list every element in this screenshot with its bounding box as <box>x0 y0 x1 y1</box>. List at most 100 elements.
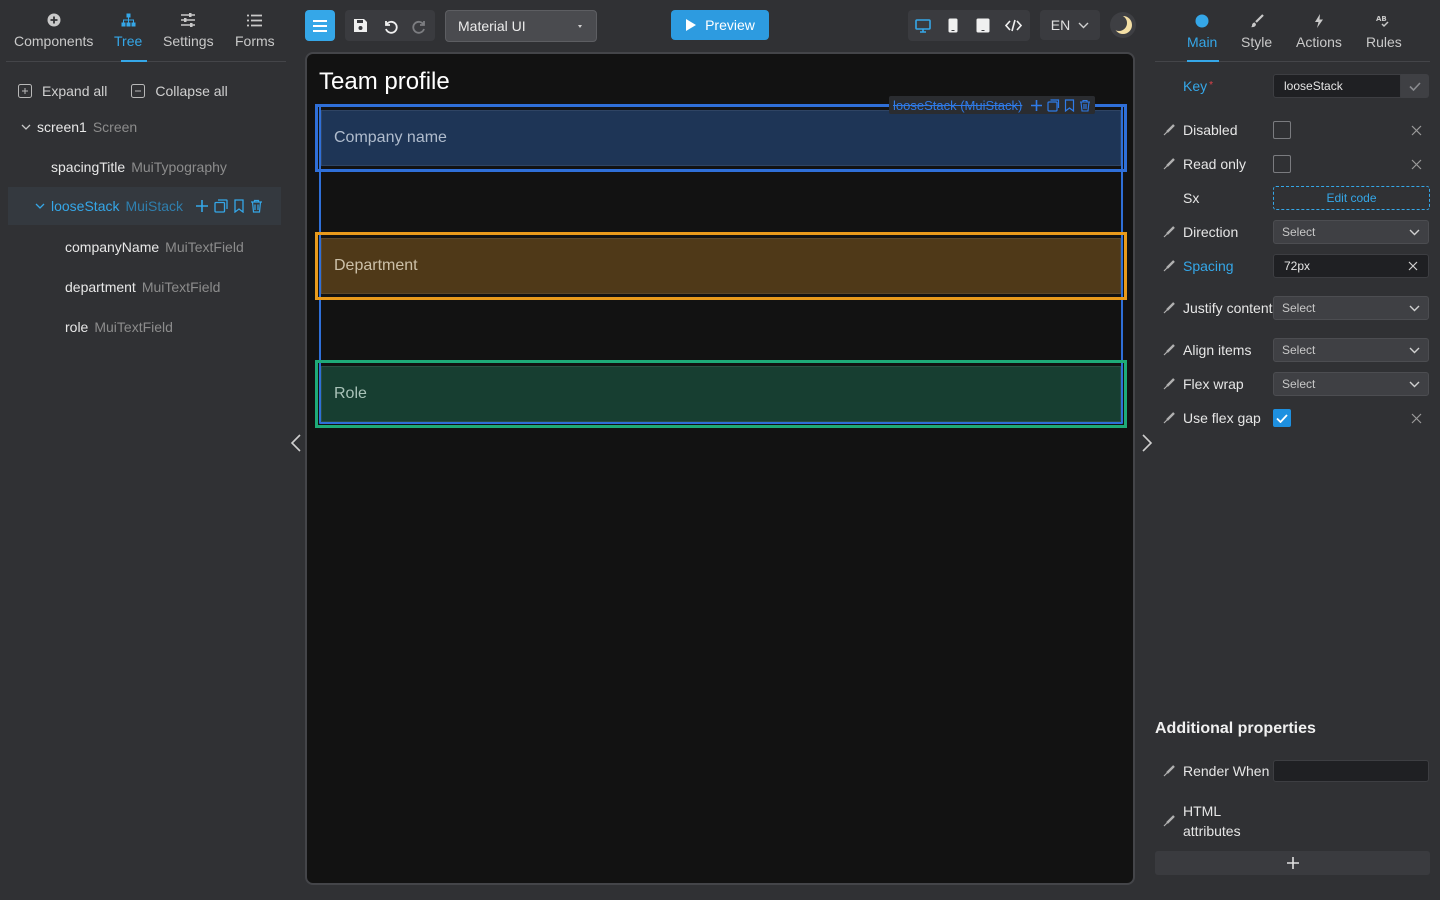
company-name-field[interactable]: Company name <box>315 104 1127 172</box>
pin-icon[interactable] <box>1155 815 1183 827</box>
tab-settings[interactable]: Settings <box>163 10 214 49</box>
spacing-input[interactable]: 72px <box>1273 254 1429 278</box>
spacing-value: 72px <box>1284 259 1311 273</box>
chevron-down-icon[interactable] <box>20 121 32 133</box>
direction-select[interactable]: Select <box>1273 220 1429 244</box>
theme-toggle-button[interactable] <box>1110 12 1136 38</box>
clear-use-flex-gap-button[interactable] <box>1411 413 1422 424</box>
tab-tree[interactable]: Tree <box>114 10 142 49</box>
tab-forms[interactable]: Forms <box>235 10 275 49</box>
caret-down-icon <box>578 24 582 28</box>
edit-code-button[interactable]: Edit code <box>1273 186 1430 210</box>
chevron-down-icon[interactable] <box>34 200 46 212</box>
department-field[interactable]: Department <box>315 232 1127 300</box>
tablet-view-button[interactable] <box>968 18 998 33</box>
delete-icon[interactable] <box>1079 99 1091 112</box>
language-select[interactable]: EN <box>1040 10 1100 40</box>
save-icon <box>353 19 367 32</box>
tree-node-name: department <box>65 279 136 295</box>
undo-button[interactable] <box>375 18 405 34</box>
pin-icon[interactable] <box>1155 158 1183 170</box>
duplicate-icon[interactable] <box>1047 98 1060 112</box>
department-input[interactable]: Department <box>321 238 1121 294</box>
pin-icon[interactable] <box>1155 226 1183 238</box>
pin-icon[interactable] <box>1155 124 1183 136</box>
tree-node-name: role <box>65 319 89 335</box>
active-tab-indicator <box>121 60 147 62</box>
pin-icon[interactable] <box>1155 378 1183 390</box>
prop-key: Key * looseStack <box>1155 74 1430 98</box>
tree-node-department[interactable]: department MuiTextField <box>65 277 220 297</box>
tab-actions[interactable]: Actions <box>1296 12 1342 50</box>
collapse-all-button[interactable]: Collapse all <box>131 83 228 99</box>
tree-node-spacingtitle[interactable]: spacingTitle MuiTypography <box>51 157 227 177</box>
plus-square-icon <box>18 84 32 98</box>
tree-node-name: spacingTitle <box>51 159 126 175</box>
redo-button[interactable] <box>405 18 435 34</box>
prop-align-items: Align items Select <box>1155 338 1430 362</box>
expand-all-button[interactable]: Expand all <box>18 83 107 99</box>
tree-node-screen1[interactable]: screen1 Screen <box>20 117 137 137</box>
menu-button[interactable] <box>305 10 335 41</box>
pin-icon[interactable] <box>1155 344 1183 356</box>
pin-icon[interactable] <box>1155 765 1183 777</box>
add-icon[interactable] <box>1030 99 1043 112</box>
sx-label: Sx <box>1183 190 1200 206</box>
key-input[interactable]: looseStack <box>1273 74 1401 98</box>
sitemap-icon <box>121 10 136 30</box>
collapse-all-label: Collapse all <box>155 83 228 99</box>
pin-icon[interactable] <box>1155 412 1183 424</box>
bookmark-icon[interactable] <box>233 199 245 213</box>
tab-style[interactable]: Style <box>1241 12 1272 50</box>
collapse-right-panel-button[interactable] <box>1140 434 1154 452</box>
preview-label: Preview <box>705 17 755 33</box>
add-icon[interactable] <box>195 199 209 213</box>
list-icon <box>247 10 263 30</box>
prop-read-only: Read only <box>1155 154 1430 174</box>
library-select[interactable]: Material UI <box>445 10 597 42</box>
duplicate-icon[interactable] <box>214 199 228 213</box>
use-flex-gap-checkbox[interactable] <box>1273 409 1291 427</box>
disabled-checkbox[interactable] <box>1273 121 1291 139</box>
save-button[interactable] <box>345 18 375 33</box>
read-only-checkbox[interactable] <box>1273 155 1291 173</box>
play-icon <box>686 19 697 31</box>
clear-disabled-button[interactable] <box>1411 125 1422 136</box>
code-view-button[interactable] <box>998 19 1028 32</box>
align-items-label: Align items <box>1183 342 1252 358</box>
role-input[interactable]: Role <box>321 366 1121 422</box>
flex-wrap-select[interactable]: Select <box>1273 372 1429 396</box>
prop-render-when: Render When <box>1155 751 1430 791</box>
tab-main[interactable]: Main <box>1187 12 1217 50</box>
tree-node-companyname[interactable]: companyName MuiTextField <box>65 237 244 257</box>
moon-icon <box>1113 15 1132 34</box>
clear-read-only-button[interactable] <box>1411 159 1422 170</box>
delete-icon[interactable] <box>250 199 263 213</box>
direction-label: Direction <box>1183 224 1239 240</box>
pin-icon[interactable] <box>1155 260 1183 272</box>
use-flex-gap-label: Use flex gap <box>1183 410 1261 426</box>
desktop-view-button[interactable] <box>908 18 938 33</box>
design-canvas[interactable]: Team profile Company name Department Rol… <box>305 52 1135 885</box>
tree-node-role[interactable]: role MuiTextField <box>65 317 173 337</box>
collapse-left-panel-button[interactable] <box>289 434 303 452</box>
add-attribute-button[interactable] <box>1155 851 1430 875</box>
align-items-select[interactable]: Select <box>1273 338 1429 362</box>
render-when-input[interactable] <box>1273 760 1429 782</box>
tree-node-name: looseStack <box>51 198 120 214</box>
direction-select-value: Select <box>1282 225 1316 239</box>
tab-rules[interactable]: AB Rules <box>1366 12 1402 50</box>
key-confirm-button[interactable] <box>1401 74 1429 98</box>
close-icon[interactable] <box>1408 261 1418 271</box>
role-field[interactable]: Role <box>315 360 1127 428</box>
company-name-input[interactable]: Company name <box>321 110 1121 166</box>
page-title[interactable]: Team profile <box>319 68 450 96</box>
flex-wrap-select-value: Select <box>1282 377 1316 391</box>
tab-components[interactable]: Components <box>14 10 93 49</box>
tree-node-loosestack[interactable]: looseStack MuiStack <box>8 187 281 225</box>
justify-content-select[interactable]: Select <box>1273 296 1429 320</box>
pin-icon[interactable] <box>1155 302 1183 314</box>
mobile-view-button[interactable] <box>938 18 968 33</box>
preview-button[interactable]: Preview <box>671 10 769 40</box>
bookmark-icon[interactable] <box>1064 98 1075 112</box>
